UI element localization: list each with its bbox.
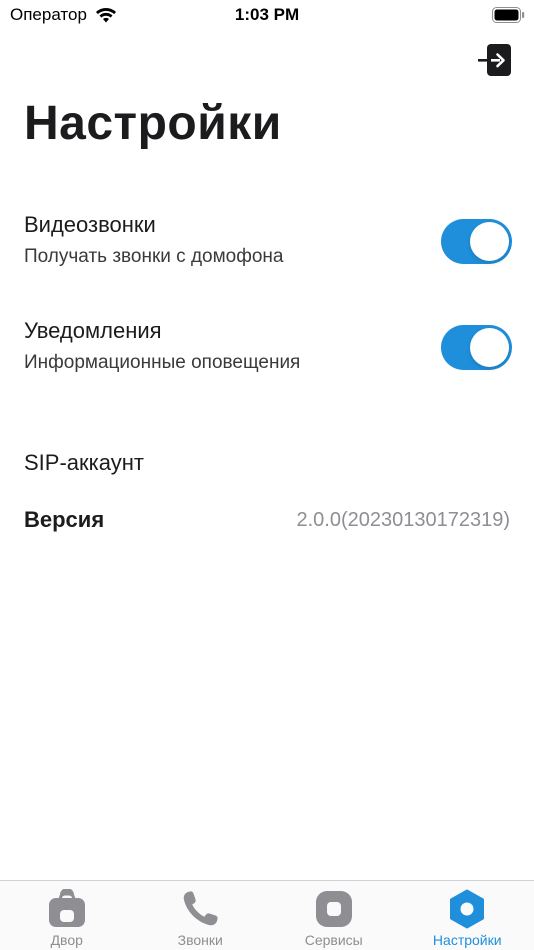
notifications-toggle[interactable] [441,325,512,370]
services-icon [315,891,352,927]
status-time: 1:03 PM [234,5,300,24]
logout-icon[interactable] [478,43,512,77]
tab-bar: Двор Звонки Сервисы Настройки [0,880,534,950]
video-calls-subtitle: Получать звонки с домофона [24,246,284,267]
notifications-subtitle: Информационные оповещения [24,352,301,373]
notifications-title: Уведомления [24,318,162,343]
video-calls-title: Видеозвонки [24,212,156,237]
sip-account-item[interactable]: SIP-аккаунт [24,450,144,476]
page-title: Настройки [24,97,282,150]
video-calls-toggle[interactable] [441,219,512,264]
tab-yard[interactable]: Двор [0,881,134,950]
phone-icon [183,891,218,926]
settings-hex-icon [450,889,485,929]
status-bar: Оператор 1:03 PM [0,0,534,32]
toggle-knob [470,222,509,261]
tab-settings[interactable]: Настройки [401,881,534,950]
tab-services[interactable]: Сервисы [267,881,401,950]
tab-yard-label: Двор [50,932,83,948]
yard-icon [48,889,85,927]
notifications-setting: Уведомления Информационные оповещения [24,318,512,380]
toggle-knob [470,328,509,367]
tab-calls-label: Звонки [177,932,223,948]
battery-icon [492,7,525,23]
video-calls-setting: Видеозвонки Получать звонки с домофона [24,212,512,274]
tab-services-label: Сервисы [304,932,363,948]
version-label: Версия [24,507,105,532]
version-value: 2.0.0(20230130172319) [296,509,510,531]
settings-screen: Оператор 1:03 PM Настройки Видеозвонки П… [0,0,534,950]
tab-settings-label: Настройки [432,932,502,948]
tab-calls[interactable]: Звонки [134,881,268,950]
